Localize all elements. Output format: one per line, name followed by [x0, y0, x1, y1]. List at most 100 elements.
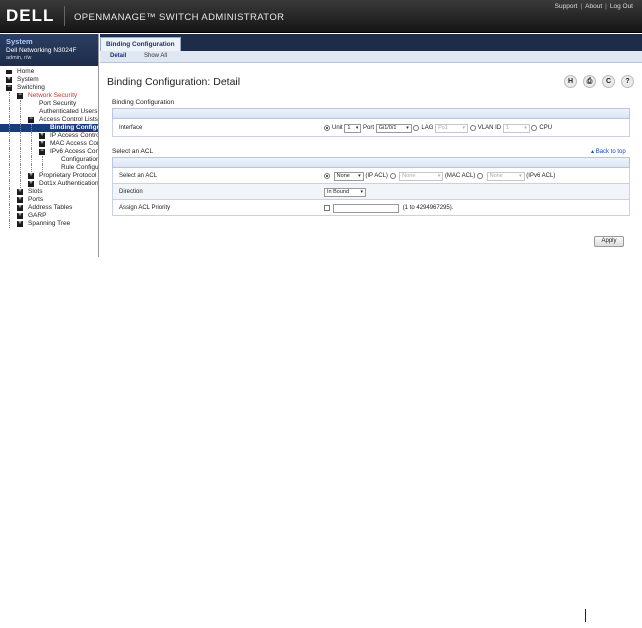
- nav-item-system[interactable]: + System: [0, 76, 98, 84]
- cpu-radio[interactable]: [531, 125, 538, 131]
- about-link[interactable]: About: [585, 3, 602, 10]
- ipv6-acl-select[interactable]: None ▾: [486, 171, 525, 181]
- priority-row: Assign ACL Priority (1 to 4294967295).: [112, 200, 630, 216]
- expand-icon[interactable]: +: [39, 132, 45, 139]
- nav-item-authenticated-users[interactable]: Authenticated Users: [0, 108, 98, 116]
- nav-item-label: Authenticated Users: [39, 108, 98, 115]
- vlan-radio[interactable]: [469, 125, 476, 131]
- tree-connector: [9, 140, 10, 148]
- nav-item-ipv6-access-control-lists[interactable]: −IPv6 Access Control Lists: [0, 148, 98, 156]
- nav-item-label: Access Control Lists: [39, 116, 98, 123]
- nav-item-proprietary-protocol-filtering[interactable]: + Proprietary Protocol Filtering: [0, 172, 98, 180]
- nav-item-access-control-lists[interactable]: − Access Control Lists: [0, 116, 98, 124]
- lag-select[interactable]: Po1 ▾: [435, 123, 469, 133]
- nav-item-configuration[interactable]: Configuration: [0, 156, 98, 164]
- expand-icon[interactable]: +: [17, 212, 23, 219]
- nav-item-address-tables[interactable]: + Address Tables: [0, 204, 98, 212]
- tree-connector: [31, 164, 32, 172]
- unit-port-radio[interactable]: [324, 125, 330, 131]
- save-icon[interactable]: H: [564, 75, 577, 88]
- direction-select[interactable]: In Bound ▾: [324, 187, 366, 197]
- dell-logo: DELL: [6, 6, 55, 25]
- expand-icon[interactable]: +: [28, 172, 34, 179]
- collapse-icon[interactable]: −: [39, 148, 45, 155]
- tree-connector: [9, 92, 10, 100]
- nav-item-label: System: [17, 76, 39, 83]
- port-label: Port: [363, 125, 375, 131]
- mac-acl-radio[interactable]: [389, 173, 396, 179]
- nav-item-label: Address Tables: [28, 204, 73, 211]
- link-separator: |: [605, 3, 607, 10]
- collapse-icon[interactable]: −: [6, 84, 12, 91]
- subtab-detail[interactable]: Detail: [110, 53, 126, 59]
- expand-icon[interactable]: +: [17, 188, 23, 195]
- lag-radio[interactable]: [413, 125, 420, 131]
- tree-connector: [9, 148, 10, 156]
- nav-item-label: Dot1x Authentication: [39, 180, 98, 187]
- home-icon: [6, 70, 12, 74]
- refresh-icon[interactable]: C: [602, 75, 615, 88]
- ip-acl-select[interactable]: None ▾: [333, 171, 364, 181]
- nav-item-network-security[interactable]: − Network Security: [0, 92, 98, 100]
- header-divider: [64, 6, 65, 26]
- priority-label: Assign ACL Priority: [119, 205, 171, 211]
- nav-item-switching[interactable]: − Switching: [0, 84, 98, 92]
- logout-link[interactable]: Log Out: [610, 3, 633, 10]
- top-header: DELL OPENMANAGE™ SWITCH ADMINISTRATOR Su…: [0, 0, 642, 33]
- nav-item-home[interactable]: Home: [0, 68, 98, 76]
- expand-icon[interactable]: +: [17, 196, 23, 203]
- direction-controls: In Bound ▾: [324, 187, 366, 197]
- collapse-icon[interactable]: −: [28, 116, 34, 123]
- nav-item-mac-access-control-lists[interactable]: + MAC Access Control Lists: [0, 140, 98, 148]
- app-title: OPENMANAGE™ SWITCH ADMINISTRATOR: [74, 12, 285, 23]
- expand-icon[interactable]: +: [17, 204, 23, 211]
- navigation-panel: System Dell Networking N3024F admin, r/w…: [0, 34, 99, 257]
- priority-hint: (1 to 4294967295).: [402, 205, 454, 211]
- nav-item-rule-configuration[interactable]: Rule Configuration: [0, 164, 98, 172]
- nav-item-ports[interactable]: + Ports: [0, 196, 98, 204]
- ip-acl-radio[interactable]: [324, 173, 330, 179]
- page-title: Binding Configuration: Detail: [107, 76, 241, 88]
- print-icon[interactable]: ⎙: [583, 75, 596, 88]
- tree-connector: [9, 164, 10, 172]
- tree-connector: [31, 132, 32, 140]
- port-select[interactable]: Gi1/0/1 ▾: [375, 123, 412, 133]
- nav-item-spanning-tree[interactable]: + Spanning Tree: [0, 220, 98, 228]
- unit-select[interactable]: 1 ▾: [344, 123, 362, 133]
- priority-input[interactable]: [333, 203, 400, 213]
- help-icon[interactable]: ?: [621, 75, 634, 88]
- support-link[interactable]: Support: [555, 3, 578, 10]
- mac-acl-select[interactable]: None ▾: [399, 171, 444, 181]
- tree-connector: [42, 164, 43, 172]
- direction-row: Direction In Bound ▾: [112, 184, 630, 200]
- select-acl-row: Select an ACL None ▾ (IP ACL) None ▾ (MAC …: [112, 168, 630, 184]
- tree-connector: [20, 116, 21, 124]
- nav-item-slots[interactable]: + Slots: [0, 188, 98, 196]
- expand-icon[interactable]: +: [6, 76, 12, 83]
- nav-item-dot1x-authentication[interactable]: + Dot1x Authentication: [0, 180, 98, 188]
- lag-label: LAG: [421, 125, 434, 131]
- tree-connector: [9, 180, 10, 188]
- subtab-show-all[interactable]: Show All: [144, 53, 167, 59]
- system-user: admin, r/w: [6, 55, 32, 61]
- vlan-select[interactable]: 1 ▾: [502, 123, 530, 133]
- nav-item-ip-access-control-lists[interactable]: + IP Access Control Lists: [0, 132, 98, 140]
- expand-icon[interactable]: +: [28, 180, 34, 187]
- binding-section-header: [112, 108, 630, 119]
- expand-icon[interactable]: +: [17, 220, 23, 227]
- tree-connector: [9, 116, 10, 124]
- apply-button[interactable]: Apply: [594, 236, 624, 247]
- main-content: Binding Configuration: Detail H ⎙ C ? Bi…: [100, 64, 642, 257]
- expand-icon[interactable]: +: [39, 140, 45, 147]
- tab-binding-configuration[interactable]: Binding Configuration: [100, 37, 181, 51]
- priority-checkbox[interactable]: [324, 205, 330, 211]
- back-to-top-link[interactable]: ▴ Back to top: [591, 148, 626, 155]
- nav-item-port-security[interactable]: Port Security: [0, 100, 98, 108]
- nav-item-garp[interactable]: + GARP: [0, 212, 98, 220]
- ipv6-acl-radio[interactable]: [476, 173, 483, 179]
- tree-connector: [9, 204, 10, 212]
- nav-item-binding-configuration[interactable]: Binding Configuration: [0, 124, 98, 132]
- ipv6-acl-label: (IPv6 ACL): [526, 173, 556, 179]
- system-info-box[interactable]: System Dell Networking N3024F admin, r/w: [0, 34, 98, 66]
- collapse-icon[interactable]: −: [17, 92, 23, 99]
